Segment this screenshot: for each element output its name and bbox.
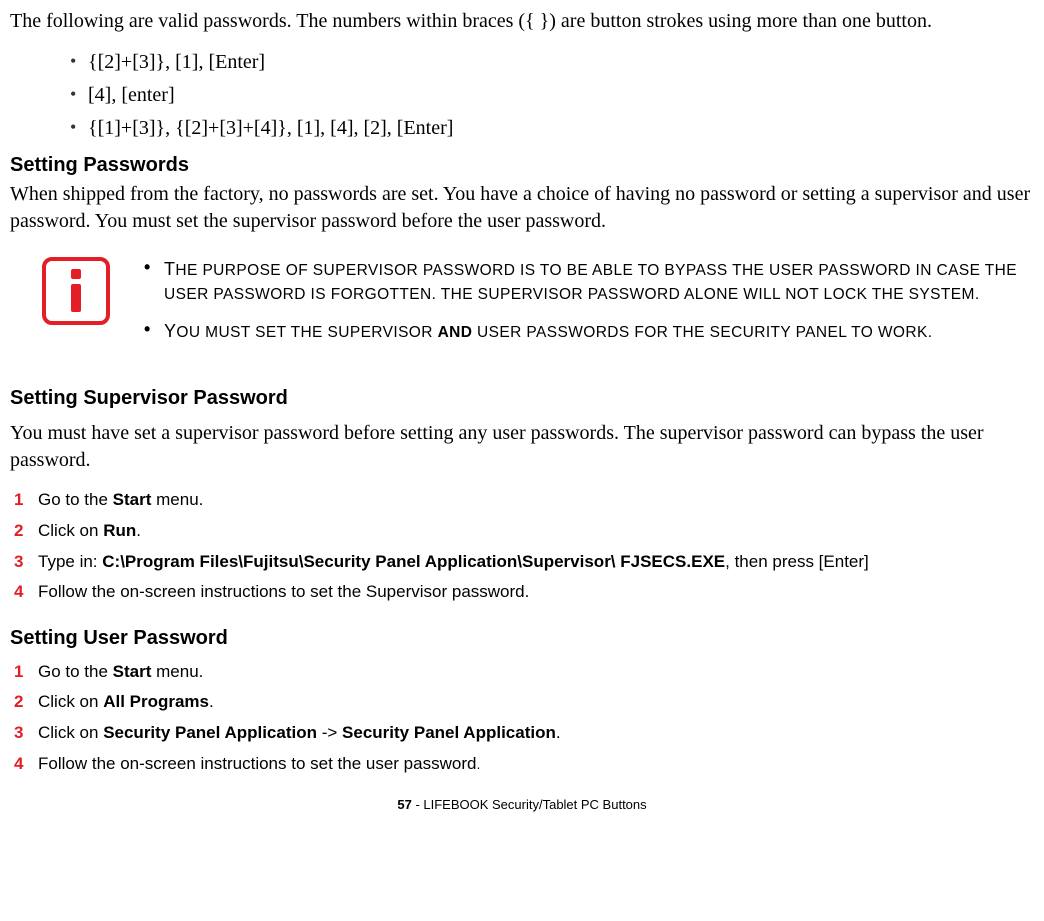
- user-steps: Go to the Start menu. Click on All Progr…: [10, 660, 1034, 777]
- intro-paragraph: The following are valid passwords. The n…: [10, 8, 1034, 35]
- user-password-heading: Setting User Password: [10, 625, 1034, 652]
- supervisor-password-body: You must have set a supervisor password …: [10, 420, 1034, 474]
- password-example-list: {[2]+[3]}, [1], [Enter] [4], [enter] {[1…: [10, 49, 1034, 142]
- supervisor-step-1: Go to the Start menu.: [10, 488, 1034, 513]
- page-number: 57: [397, 797, 411, 812]
- pw-example-1: {[2]+[3]}, [1], [Enter]: [70, 49, 1034, 76]
- info-bullet-2: YOU MUST SET THE SUPERVISOR AND USER PAS…: [140, 318, 1034, 345]
- footer-text: - LIFEBOOK Security/Tablet PC Buttons: [412, 797, 647, 812]
- info-content: THE PURPOSE OF SUPERVISOR PASSWORD IS TO…: [140, 253, 1034, 357]
- user-step-4: Follow the on-screen instructions to set…: [10, 752, 1034, 777]
- supervisor-step-3: Type in: C:\Program Files\Fujitsu\Securi…: [10, 550, 1034, 575]
- supervisor-steps: Go to the Start menu. Click on Run. Type…: [10, 488, 1034, 605]
- supervisor-step-2: Click on Run.: [10, 519, 1034, 544]
- user-step-2: Click on All Programs.: [10, 690, 1034, 715]
- supervisor-password-heading: Setting Supervisor Password: [10, 385, 1034, 412]
- user-step-3: Click on Security Panel Application -> S…: [10, 721, 1034, 746]
- setting-passwords-heading: Setting Passwords: [10, 152, 1034, 179]
- info-callout: THE PURPOSE OF SUPERVISOR PASSWORD IS TO…: [10, 253, 1034, 357]
- supervisor-step-4: Follow the on-screen instructions to set…: [10, 580, 1034, 605]
- pw-example-2: [4], [enter]: [70, 82, 1034, 109]
- pw-example-3: {[1]+[3]}, {[2]+[3]+[4]}, [1], [4], [2],…: [70, 115, 1034, 142]
- info-icon: [42, 257, 110, 325]
- setting-passwords-body: When shipped from the factory, no passwo…: [10, 181, 1034, 235]
- user-step-1: Go to the Start menu.: [10, 660, 1034, 685]
- info-bullet-1: THE PURPOSE OF SUPERVISOR PASSWORD IS TO…: [140, 256, 1034, 306]
- page-footer: 57 - LIFEBOOK Security/Tablet PC Buttons: [10, 796, 1034, 814]
